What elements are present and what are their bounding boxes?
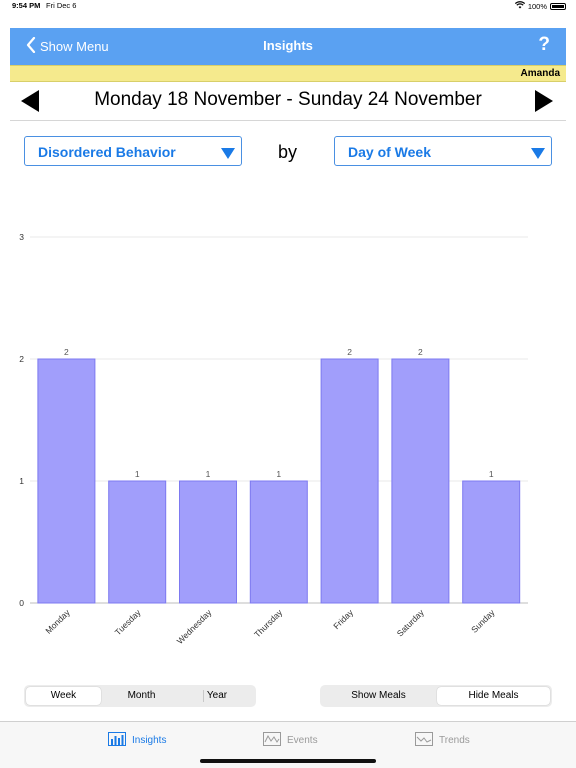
x-tick-label: Sunday — [469, 607, 497, 635]
bar-sunday[interactable] — [462, 480, 521, 604]
by-label: by — [278, 142, 298, 162]
tab-insights-label: Insights — [132, 735, 167, 746]
grouping-dropdown[interactable]: Day of Week — [334, 136, 552, 166]
trends-chart-icon — [415, 732, 433, 749]
y-tick-label: 2 — [19, 354, 24, 364]
divider — [10, 120, 566, 121]
tab-trends-label: Trends — [439, 735, 470, 746]
day-of-week-bar-chart: 0 1 2 3 2 Monday 1 Tuesday 1 Wednesday 1 Thursday 2 F… — [19, 232, 528, 646]
status-indicators: 100% — [514, 1, 566, 11]
user-name: Amanda — [520, 68, 560, 79]
y-tick-label: 0 — [19, 598, 24, 608]
status-date: Fri Dec 6 — [46, 1, 77, 10]
tab-events-label: Events — [287, 735, 318, 746]
tab-events[interactable]: Events — [263, 732, 318, 749]
caret-down-icon — [221, 146, 235, 164]
x-tick-label: Friday — [331, 607, 355, 631]
status-time: 9:54 PM — [12, 1, 41, 10]
bar-wednesday[interactable] — [179, 480, 237, 604]
bar-thursday[interactable] — [249, 480, 308, 604]
bar-tuesday[interactable] — [108, 480, 167, 604]
battery-percent: 100% — [527, 1, 547, 11]
bar-value-label: 1 — [135, 469, 140, 479]
bar-value-label: 1 — [206, 469, 211, 479]
battery-icon — [550, 2, 566, 10]
period-week-segment[interactable]: Week — [26, 687, 101, 705]
events-chart-icon — [263, 732, 281, 749]
bar-saturday[interactable] — [391, 358, 450, 604]
tab-trends[interactable]: Trends — [415, 732, 470, 749]
x-tick-label: Wednesday — [175, 607, 214, 646]
bar-value-label: 2 — [347, 347, 352, 357]
period-year-segment[interactable]: Year — [180, 687, 254, 705]
status-bar: 9:54 PM Fri Dec 6 100% — [0, 0, 576, 12]
hide-meals-segment[interactable]: Hide Meals — [437, 687, 550, 705]
bar-friday[interactable] — [320, 358, 379, 604]
bar-chart-icon — [108, 732, 126, 749]
tab-insights[interactable]: Insights — [108, 732, 166, 749]
wifi-icon — [514, 1, 525, 11]
next-week-button[interactable] — [534, 89, 554, 118]
y-tick-label: 1 — [19, 476, 24, 486]
period-month-segment[interactable]: Month — [104, 687, 179, 705]
meals-segmented-control: Show Meals Hide Meals — [320, 685, 552, 707]
navigation-bar: Show Menu Insights ? — [10, 28, 566, 65]
bar-value-label: 1 — [276, 469, 281, 479]
user-banner: Amanda — [10, 65, 566, 82]
caret-down-icon — [531, 146, 545, 164]
x-tick-label: Tuesday — [113, 607, 143, 637]
bar-value-label: 2 — [64, 347, 69, 357]
bar-value-label: 2 — [418, 347, 423, 357]
bar-value-label: 1 — [489, 469, 494, 479]
home-indicator — [200, 759, 376, 763]
help-button[interactable]: ? — [538, 34, 550, 56]
x-tick-label: Thursday — [252, 607, 285, 640]
page-title: Insights — [263, 38, 313, 53]
x-tick-label: Saturday — [395, 607, 427, 639]
x-tick-label: Monday — [43, 607, 72, 636]
period-segmented-control: Week Month Year — [24, 685, 256, 707]
bar-monday[interactable] — [37, 358, 96, 604]
y-tick-label: 3 — [19, 232, 24, 242]
week-range-label: Monday 18 November - Sunday 24 November — [94, 89, 482, 110]
category-dropdown[interactable]: Disordered Behavior — [24, 136, 242, 166]
show-meals-segment[interactable]: Show Meals — [322, 687, 435, 705]
triangle-right-icon — [535, 90, 553, 112]
grouping-dropdown-value: Day of Week — [348, 144, 431, 160]
category-dropdown-value: Disordered Behavior — [38, 144, 176, 160]
